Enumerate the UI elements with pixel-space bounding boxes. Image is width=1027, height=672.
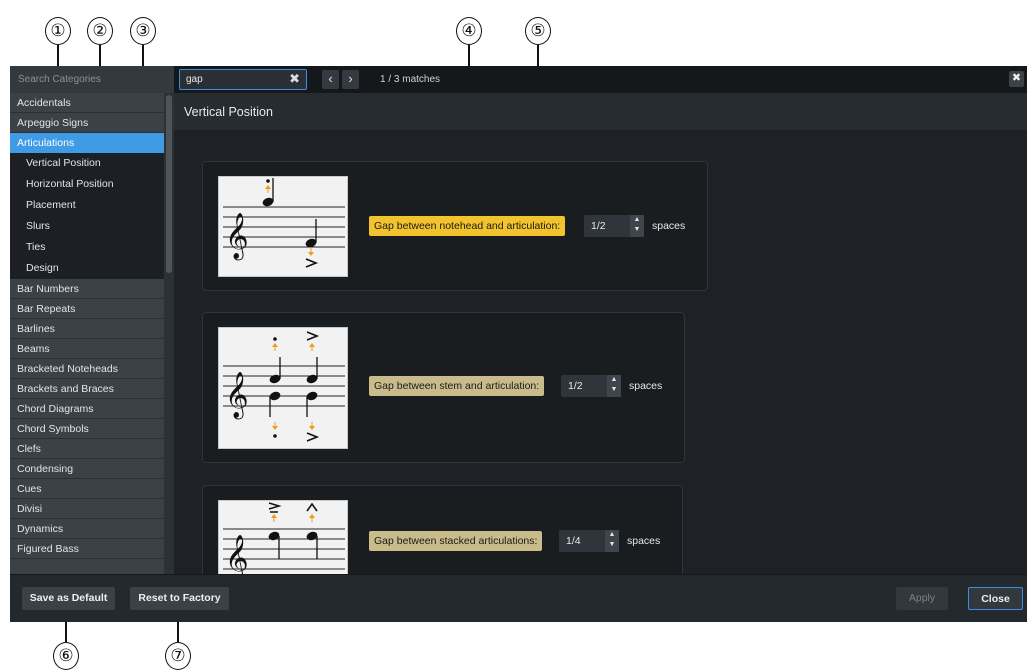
section-header: Vertical Position xyxy=(174,93,1027,130)
stacked-gap-label: Gap between stacked articulations: xyxy=(369,531,543,551)
stem-gap-illustration: 𝄞 xyxy=(218,327,348,449)
stacked-gap-illustration: 𝄞 xyxy=(218,500,348,574)
category-figured-bass[interactable]: Figured Bass xyxy=(10,539,164,559)
previous-match-button[interactable]: ‹ xyxy=(322,70,339,89)
category-beams[interactable]: Beams xyxy=(10,339,164,359)
subcategory-ties[interactable]: Ties xyxy=(10,237,164,258)
callout-4: ④ xyxy=(456,17,482,45)
svg-text:𝄞: 𝄞 xyxy=(225,372,249,420)
category-articulations[interactable]: Articulations xyxy=(10,133,164,153)
next-match-button[interactable]: › xyxy=(342,70,359,89)
callout-6: ⑥ xyxy=(53,642,79,670)
dialog-footer: Save as Default Reset to Factory Apply C… xyxy=(10,574,1027,622)
option-card-stacked-gap: 𝄞 Gap between stacked articulations: 1/4… xyxy=(202,485,683,574)
units-label: spaces xyxy=(629,380,663,392)
stepper-arrows-icon[interactable]: ▲ ▼ xyxy=(630,215,644,237)
stacked-gap-stepper[interactable]: 1/4 ▲ ▼ xyxy=(559,530,619,552)
find-input[interactable]: gap ✖ xyxy=(179,69,307,90)
subcategory-slurs[interactable]: Slurs xyxy=(10,216,164,237)
category-cues[interactable]: Cues xyxy=(10,479,164,499)
category-clefs[interactable]: Clefs xyxy=(10,439,164,459)
category-bar-numbers[interactable]: Bar Numbers xyxy=(10,279,164,299)
subcategory-design[interactable]: Design xyxy=(10,258,164,279)
callout-3: ③ xyxy=(130,17,156,45)
callout-7: ⑦ xyxy=(165,642,191,670)
category-search-input[interactable]: Search Categories xyxy=(10,66,174,93)
stepper-value: 1/2 xyxy=(591,220,606,232)
category-divisi[interactable]: Divisi xyxy=(10,499,164,519)
subcategory-horizontal-position[interactable]: Horizontal Position xyxy=(10,174,164,195)
category-condensing[interactable]: Condensing xyxy=(10,459,164,479)
callout-1: ① xyxy=(45,17,71,45)
reset-to-factory-button[interactable]: Reset to Factory xyxy=(130,587,229,610)
save-as-default-button[interactable]: Save as Default xyxy=(22,587,115,610)
category-dynamics[interactable]: Dynamics xyxy=(10,519,164,539)
category-barlines[interactable]: Barlines xyxy=(10,319,164,339)
units-label: spaces xyxy=(627,535,661,547)
callout-2: ② xyxy=(87,17,113,45)
svg-text:𝄞: 𝄞 xyxy=(225,213,249,261)
match-count: 1 / 3 matches xyxy=(380,74,441,85)
category-chord-symbols[interactable]: Chord Symbols xyxy=(10,419,164,439)
close-button[interactable]: Close xyxy=(968,587,1023,610)
stem-gap-stepper[interactable]: 1/2 ▲ ▼ xyxy=(561,375,621,397)
category-scrollbar[interactable] xyxy=(164,93,174,574)
clear-icon[interactable]: ✖ xyxy=(289,71,300,87)
category-bracketed-noteheads[interactable]: Bracketed Noteheads xyxy=(10,359,164,379)
stepper-value: 1/4 xyxy=(566,535,581,547)
callout-5: ⑤ xyxy=(525,17,551,45)
stem-gap-label: Gap between stem and articulation: xyxy=(369,376,545,396)
notehead-gap-illustration: 𝄞 xyxy=(218,176,348,277)
find-input-value: gap xyxy=(186,74,203,85)
subcategory-placement[interactable]: Placement xyxy=(10,195,164,216)
category-list: Accidentals Arpeggio Signs Articulations… xyxy=(10,93,164,574)
scrollbar-thumb[interactable] xyxy=(166,95,172,273)
svg-text:𝄞: 𝄞 xyxy=(225,535,249,574)
category-arpeggio-signs[interactable]: Arpeggio Signs xyxy=(10,113,164,133)
units-label: spaces xyxy=(652,220,686,232)
option-card-notehead-gap: 𝄞 Gap between notehead and articulation:… xyxy=(202,161,708,291)
stepper-arrows-icon[interactable]: ▲ ▼ xyxy=(605,530,619,552)
apply-button[interactable]: Apply xyxy=(896,587,948,610)
category-bar-repeats[interactable]: Bar Repeats xyxy=(10,299,164,319)
option-card-stem-gap: 𝄞 Gap between stem and articulation: 1/2… xyxy=(202,312,685,463)
category-chord-diagrams[interactable]: Chord Diagrams xyxy=(10,399,164,419)
engraving-options-dialog: Search Categories gap ✖ ‹ › 1 / 3 matche… xyxy=(10,66,1027,622)
subcategory-vertical-position[interactable]: Vertical Position xyxy=(10,153,164,174)
options-panel: Vertical Position 𝄞 Gap between notehead… xyxy=(174,93,1027,574)
notehead-gap-label: Gap between notehead and articulation: xyxy=(369,216,566,236)
category-brackets-and-braces[interactable]: Brackets and Braces xyxy=(10,379,164,399)
category-accidentals[interactable]: Accidentals xyxy=(10,93,164,113)
stepper-value: 1/2 xyxy=(568,380,583,392)
find-toolbar: gap ✖ ‹ › 1 / 3 matches ✖ xyxy=(174,66,1027,93)
notehead-gap-stepper[interactable]: 1/2 ▲ ▼ xyxy=(584,215,644,237)
stepper-arrows-icon[interactable]: ▲ ▼ xyxy=(607,375,621,397)
close-find-icon[interactable]: ✖ xyxy=(1009,71,1024,87)
